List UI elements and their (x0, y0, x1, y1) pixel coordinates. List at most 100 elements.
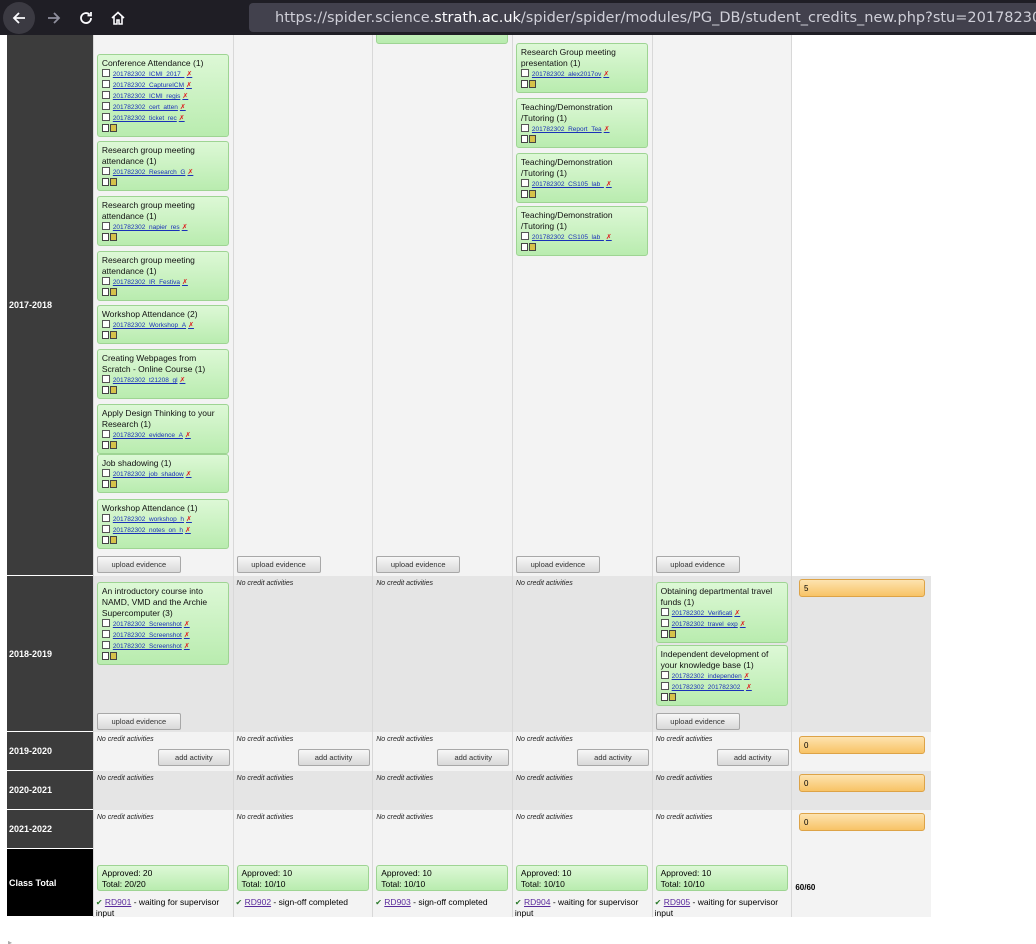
evidence-file-link[interactable]: 201782302_Workshop_A ✗ (101, 320, 224, 331)
evidence-file-link[interactable]: 201782302_Report_Tea ✗ (520, 124, 643, 135)
evidence-file-link[interactable]: 201782302_travel_exp ✗ (660, 619, 783, 630)
delete-file-icon[interactable]: ✗ (180, 104, 186, 111)
trash-icon[interactable] (109, 536, 117, 544)
evidence-file-link[interactable]: 201782302_ICMI_regis ✗ (101, 91, 224, 102)
home-button[interactable] (102, 2, 134, 34)
edit-icon[interactable] (520, 243, 528, 251)
evidence-file-link[interactable]: 201782302_ticket_rec ✗ (101, 113, 224, 124)
add-activity-button[interactable]: add activity (157, 749, 230, 766)
add-activity-button[interactable]: add activity (576, 749, 649, 766)
back-button[interactable] (3, 1, 35, 34)
edit-icon[interactable] (101, 288, 109, 296)
delete-file-icon[interactable]: ✗ (182, 279, 188, 286)
delete-file-icon[interactable]: ✗ (180, 377, 186, 384)
upload-evidence-button[interactable]: upload evidence (655, 556, 740, 573)
add-activity-button[interactable]: add activity (437, 749, 510, 766)
delete-file-icon[interactable]: ✗ (606, 181, 612, 188)
delete-file-icon[interactable]: ✗ (604, 126, 610, 133)
edit-icon[interactable] (101, 386, 109, 394)
edit-icon[interactable] (660, 693, 668, 701)
evidence-file-link[interactable]: 201782302_independen ✗ (660, 671, 783, 682)
upload-evidence-button[interactable]: upload evidence (236, 556, 321, 573)
evidence-file-link[interactable]: 201782302_Verificati ✗ (660, 608, 783, 619)
delete-file-icon[interactable]: ✗ (187, 169, 193, 176)
evidence-file-link[interactable]: 201782302_workshop_h ✗ (101, 514, 224, 525)
rd-link[interactable]: RD902 (245, 897, 271, 907)
delete-file-icon[interactable]: ✗ (182, 224, 188, 231)
evidence-file-link[interactable]: 201782302_Screenshot ✗ (101, 641, 224, 652)
edit-icon[interactable] (101, 441, 109, 449)
evidence-file-link[interactable]: 201782302_evidence_A ✗ (101, 430, 224, 441)
edit-icon[interactable] (101, 124, 109, 132)
evidence-file-link[interactable]: 201782302_CS105_lab_ ✗ (520, 232, 643, 243)
evidence-file-link[interactable]: 201782302_Screenshot ✗ (101, 619, 224, 630)
evidence-file-link[interactable]: 201782302_IR_Festiva ✗ (101, 277, 224, 288)
edit-icon[interactable] (101, 233, 109, 241)
trash-icon[interactable] (668, 693, 676, 701)
evidence-file-link[interactable]: 201782302_CaptureICM ✗ (101, 80, 224, 91)
delete-file-icon[interactable]: ✗ (734, 610, 740, 617)
evidence-file-link[interactable]: 201782302_napier_res ✗ (101, 222, 224, 233)
trash-icon[interactable] (109, 178, 117, 186)
trash-icon[interactable] (528, 243, 536, 251)
delete-file-icon[interactable]: ✗ (746, 684, 752, 691)
rd-link[interactable]: RD901 (105, 897, 131, 907)
evidence-file-link[interactable]: 201782302_alex2017ov ✗ (520, 69, 643, 80)
delete-file-icon[interactable]: ✗ (182, 93, 188, 100)
trash-icon[interactable] (668, 630, 676, 638)
upload-evidence-button[interactable]: upload evidence (515, 556, 600, 573)
trash-icon[interactable] (528, 190, 536, 198)
delete-file-icon[interactable]: ✗ (186, 471, 192, 478)
evidence-file-link[interactable]: 201782302_job_shadow ✗ (101, 469, 224, 480)
evidence-file-link[interactable]: 201782302_cert_atten ✗ (101, 102, 224, 113)
delete-file-icon[interactable]: ✗ (185, 432, 191, 439)
upload-evidence-button[interactable]: upload evidence (96, 556, 181, 573)
trash-icon[interactable] (109, 480, 117, 488)
trash-icon[interactable] (109, 288, 117, 296)
delete-file-icon[interactable]: ✗ (184, 643, 190, 650)
upload-evidence-button[interactable]: upload evidence (376, 556, 461, 573)
delete-file-icon[interactable]: ✗ (186, 516, 192, 523)
trash-icon[interactable] (109, 652, 117, 660)
rd-link[interactable]: RD905 (664, 897, 690, 907)
evidence-file-link[interactable]: 201782302_Screenshot ✗ (101, 630, 224, 641)
trash-icon[interactable] (528, 135, 536, 143)
delete-file-icon[interactable]: ✗ (184, 621, 190, 628)
upload-evidence-button[interactable]: upload evidence (655, 713, 740, 730)
evidence-file-link[interactable]: 201782302_201782302_ ✗ (660, 682, 783, 693)
evidence-file-link[interactable]: 201782302_ICMI_2017_ ✗ (101, 69, 224, 80)
delete-file-icon[interactable]: ✗ (185, 527, 191, 534)
delete-file-icon[interactable]: ✗ (186, 71, 192, 78)
delete-file-icon[interactable]: ✗ (603, 71, 609, 78)
trash-icon[interactable] (109, 124, 117, 132)
upload-evidence-button[interactable]: upload evidence (96, 713, 181, 730)
reload-button[interactable] (70, 2, 102, 34)
add-activity-button[interactable]: add activity (297, 749, 370, 766)
forward-button[interactable] (38, 2, 70, 34)
edit-icon[interactable] (101, 536, 109, 544)
delete-file-icon[interactable]: ✗ (606, 234, 612, 241)
rd-link[interactable]: RD904 (524, 897, 550, 907)
delete-file-icon[interactable]: ✗ (184, 632, 190, 639)
edit-icon[interactable] (101, 178, 109, 186)
trash-icon[interactable] (109, 386, 117, 394)
address-bar[interactable]: https://spider.science.strath.ac.uk/spid… (249, 3, 1036, 32)
edit-icon[interactable] (520, 80, 528, 88)
edit-icon[interactable] (660, 630, 668, 638)
trash-icon[interactable] (109, 233, 117, 241)
trash-icon[interactable] (528, 80, 536, 88)
delete-file-icon[interactable]: ✗ (744, 673, 750, 680)
add-activity-button[interactable]: add activity (716, 749, 789, 766)
delete-file-icon[interactable]: ✗ (179, 115, 185, 122)
evidence-file-link[interactable]: 201782302_CS105_lab_ ✗ (520, 179, 643, 190)
edit-icon[interactable] (520, 190, 528, 198)
edit-icon[interactable] (520, 135, 528, 143)
trash-icon[interactable] (109, 441, 117, 449)
evidence-file-link[interactable]: 201782302_notes_on_h ✗ (101, 525, 224, 536)
evidence-file-link[interactable]: 201782302_t21208_gl ✗ (101, 375, 224, 386)
edit-icon[interactable] (101, 331, 109, 339)
delete-file-icon[interactable]: ✗ (740, 621, 746, 628)
rd-link[interactable]: RD903 (384, 897, 410, 907)
trash-icon[interactable] (109, 331, 117, 339)
evidence-file-link[interactable]: 201782302_Research_G ✗ (101, 167, 224, 178)
